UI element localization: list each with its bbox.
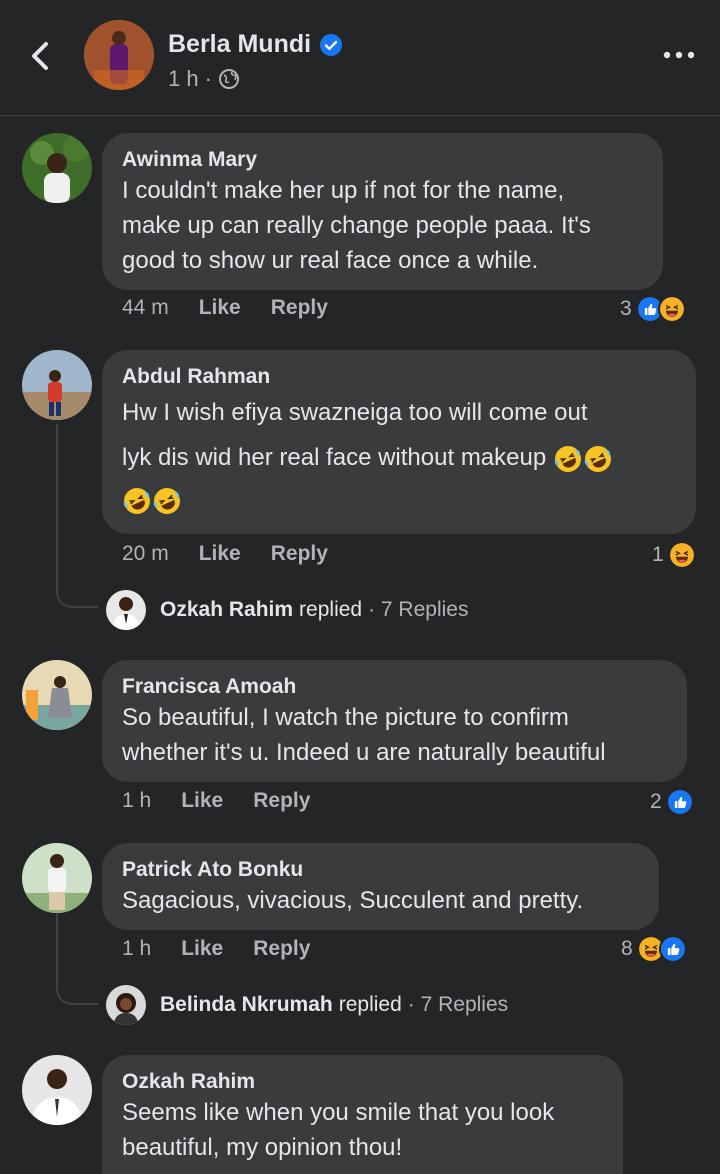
- replied-label: replied: [299, 598, 363, 621]
- post-time: 1 h: [168, 66, 199, 91]
- comment-text-line: beautiful, my opinion thou!: [122, 1134, 403, 1161]
- comment-text-line: good to show ur real face once a while.: [122, 247, 539, 274]
- rolling-laughing-emoji: [152, 486, 182, 516]
- comment-bubble: Patrick Ato Bonku Sagacious, vivacious, …: [102, 843, 659, 930]
- commenter-avatar[interactable]: [22, 843, 92, 913]
- reaction-count: 1: [652, 543, 664, 566]
- reaction-count: 3: [620, 297, 632, 320]
- like-icon: [665, 788, 694, 816]
- commenter-name[interactable]: Francisca Amoah: [122, 674, 667, 700]
- commenter-avatar[interactable]: [22, 1055, 92, 1125]
- like-icon: [658, 935, 687, 963]
- reply-avatar: [106, 590, 146, 630]
- thread-connector: [56, 913, 98, 1005]
- reaction-count: 2: [650, 790, 662, 813]
- comment-bubble: Abdul Rahman Hw I wish efiya swazneiga t…: [102, 350, 696, 534]
- comment-bubble: Francisca Amoah So beautiful, I watch th…: [102, 660, 687, 782]
- rolling-laughing-emoji: [583, 444, 613, 474]
- more-options-button[interactable]: [662, 40, 696, 70]
- comment-text-line: whether it's u. Indeed u are naturally b…: [122, 739, 606, 766]
- emoji-line: [122, 480, 676, 520]
- reply-button[interactable]: Reply: [271, 296, 328, 320]
- reply-author[interactable]: Belinda Nkrumah: [160, 993, 333, 1017]
- like-button[interactable]: Like: [199, 296, 241, 320]
- replied-label: replied: [338, 993, 402, 1016]
- rolling-laughing-emoji: [122, 486, 152, 516]
- commenter-name[interactable]: Patrick Ato Bonku: [122, 857, 639, 883]
- like-button[interactable]: Like: [181, 937, 223, 961]
- globe-icon: [218, 69, 239, 89]
- chevron-left-icon: [32, 42, 48, 70]
- comment-time: 1 h: [122, 937, 152, 960]
- haha-icon: [657, 295, 686, 323]
- replies-link[interactable]: Belinda Nkrumah replied · 7 Replies: [106, 985, 508, 1025]
- like-button[interactable]: Like: [199, 542, 241, 566]
- like-button[interactable]: Like: [181, 789, 223, 813]
- comment-text-line: Sagacious, vivacious, Succulent and pret…: [122, 887, 584, 914]
- replies-link[interactable]: Ozkah Rahim replied · 7 Replies: [106, 590, 468, 630]
- commenter-avatar[interactable]: [22, 133, 92, 203]
- commenter-name[interactable]: Awinma Mary: [122, 147, 643, 173]
- rolling-laughing-emoji: [553, 444, 583, 474]
- back-button[interactable]: [22, 36, 62, 76]
- reply-author[interactable]: Ozkah Rahim: [160, 598, 293, 622]
- reaction-summary[interactable]: 8: [621, 935, 687, 963]
- reaction-count: 8: [621, 937, 633, 960]
- comment-text-line: Seems like when you smile that you look: [122, 1099, 555, 1126]
- reply-button[interactable]: Reply: [271, 542, 328, 566]
- comment-text-line: I couldn't make her up if not for the na…: [122, 177, 565, 204]
- reply-count[interactable]: · 7 Replies: [368, 598, 468, 622]
- comment-text-line: So beautiful, I watch the picture to con…: [122, 704, 569, 731]
- reaction-summary[interactable]: 1: [652, 541, 696, 569]
- comment-bubble: Ozkah Rahim Seems like when you smile th…: [102, 1055, 623, 1174]
- commenter-name[interactable]: Abdul Rahman: [122, 364, 676, 390]
- meta-separator: ·: [204, 66, 212, 91]
- comment-text-fragment: lyk dis wid her real face without makeup: [122, 444, 547, 471]
- reply-button[interactable]: Reply: [253, 937, 310, 961]
- haha-icon: [667, 541, 696, 569]
- reply-button[interactable]: Reply: [253, 789, 310, 813]
- comment-time: 20 m: [122, 542, 169, 565]
- comment-text-line: make up can really change people paaa. I…: [122, 212, 591, 239]
- comment-time: 1 h: [122, 789, 152, 812]
- reaction-summary[interactable]: 3: [620, 295, 686, 323]
- reply-avatar: [106, 985, 146, 1025]
- comment-text-line: Hw I wish efiya swazneiga too will come …: [122, 399, 588, 426]
- author-avatar[interactable]: [84, 20, 154, 90]
- comment-time: 44 m: [122, 296, 169, 319]
- post-header: Berla Mundi 1 h ·: [0, 0, 720, 116]
- author-name[interactable]: Berla Mundi: [168, 30, 311, 59]
- thread-connector: [56, 424, 98, 608]
- comment-text-line-with-emoji: lyk dis wid her real face without makeup: [122, 435, 676, 480]
- reaction-summary[interactable]: 2: [650, 788, 694, 816]
- commenter-name[interactable]: Ozkah Rahim: [122, 1069, 603, 1095]
- more-horizontal-icon: [663, 51, 695, 59]
- commenter-avatar[interactable]: [22, 350, 92, 420]
- verified-badge-icon: [320, 33, 343, 56]
- reply-count[interactable]: · 7 Replies: [408, 993, 508, 1017]
- commenter-avatar[interactable]: [22, 660, 92, 730]
- comment-bubble: Awinma Mary I couldn't make her up if no…: [102, 133, 663, 290]
